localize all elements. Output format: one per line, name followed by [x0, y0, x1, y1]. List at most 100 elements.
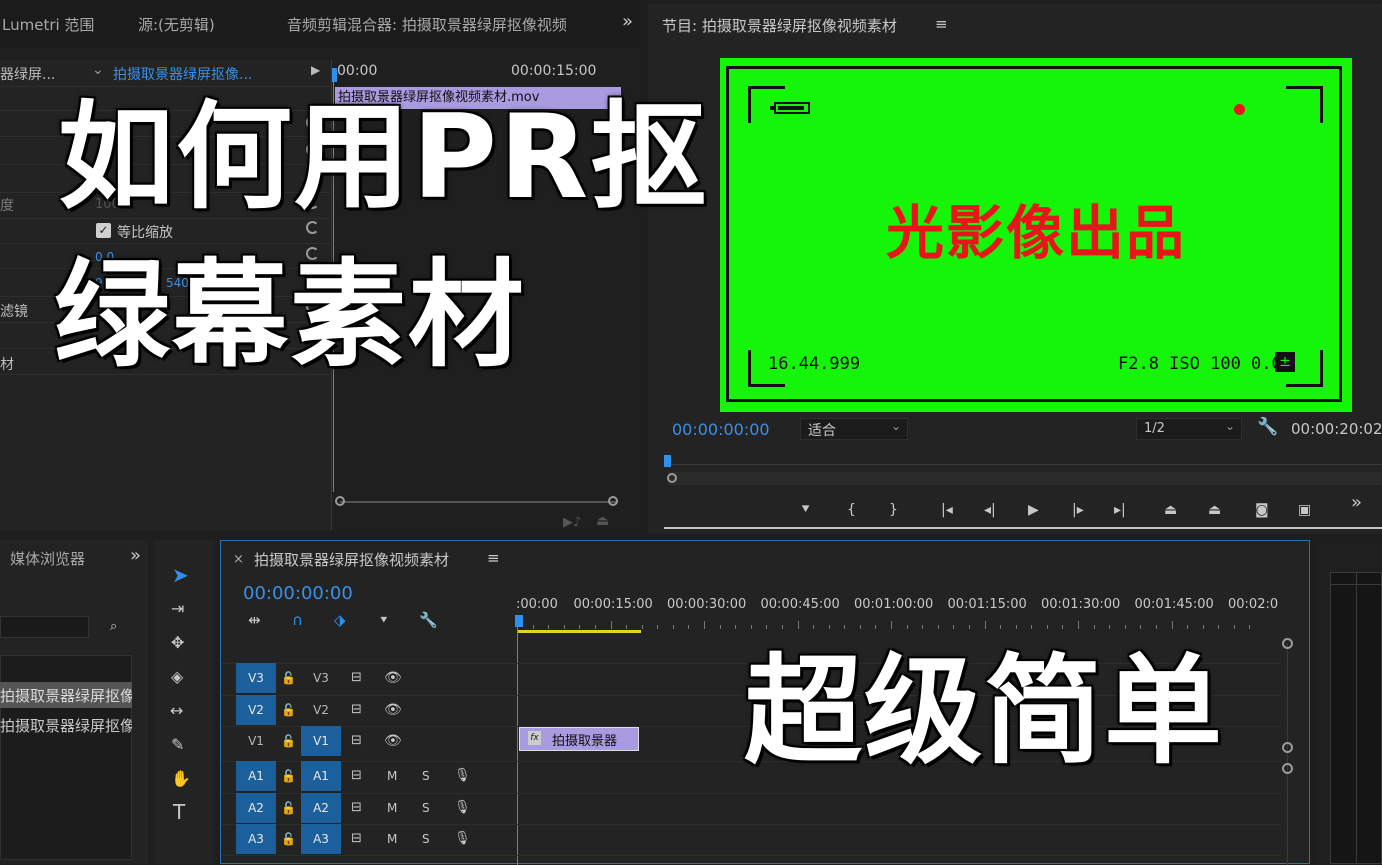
microphone-icon[interactable]: 🎙: [454, 767, 471, 785]
track-source-patch[interactable]: V2: [236, 695, 276, 725]
panel-menu-icon[interactable]: ≡: [487, 549, 500, 567]
extract-icon[interactable]: ⏏: [1208, 501, 1221, 519]
new-bin-icon[interactable]: ⌕: [110, 618, 117, 636]
timeline-title[interactable]: 拍摄取景器绿屏抠像视频素材: [254, 549, 449, 570]
scroll-handle[interactable]: [1282, 742, 1293, 753]
tab-audio-clip-mixer[interactable]: 音频剪辑混合器: 拍摄取景器绿屏抠像视频: [287, 14, 593, 35]
lock-icon[interactable]: 🔓: [281, 669, 296, 687]
fit-dropdown[interactable]: 适合 ⌄: [800, 418, 908, 440]
sync-lock-icon[interactable]: ⊟: [351, 830, 362, 848]
track-source-patch[interactable]: V3: [236, 663, 276, 693]
snap-magnet-icon[interactable]: ∩: [292, 611, 303, 629]
wrench-icon[interactable]: 🔧: [419, 611, 438, 629]
tab-source[interactable]: 源:(无剪辑): [138, 14, 215, 35]
microphone-icon[interactable]: 🎙: [454, 830, 471, 848]
clip-selector-right[interactable]: 拍摄取景器绿屏抠像...: [113, 64, 252, 84]
mute-button[interactable]: M: [387, 830, 397, 848]
work-area-bar[interactable]: [517, 630, 641, 633]
zoom-handle[interactable]: [667, 473, 677, 483]
playhead-icon[interactable]: [515, 615, 523, 627]
tab-media-browser[interactable]: 媒体浏览器: [10, 548, 85, 569]
eye-icon[interactable]: 👁: [384, 732, 402, 750]
tab-lumetri-scopes[interactable]: Lumetri 范围: [2, 14, 94, 35]
close-icon[interactable]: ×: [233, 552, 244, 567]
razor-tool-icon[interactable]: ◈: [171, 668, 183, 686]
mute-button[interactable]: M: [387, 767, 397, 785]
playhead-icon[interactable]: [332, 68, 337, 82]
lock-icon[interactable]: 🔓: [281, 799, 296, 817]
program-timecode[interactable]: 00:00:00:00: [672, 420, 770, 439]
solo-button[interactable]: S: [422, 799, 430, 817]
lock-icon[interactable]: 🔓: [281, 830, 296, 848]
project-list-item[interactable]: 拍摄取景器绿屏抠像: [0, 715, 132, 736]
export-frame-camera-icon[interactable]: ◙: [1255, 501, 1269, 519]
comparison-view-icon[interactable]: ▣: [1298, 501, 1311, 519]
scrollbar-track[interactable]: [340, 501, 618, 503]
slip-tool-icon[interactable]: ↔: [170, 702, 183, 720]
play-icon[interactable]: ▶: [1028, 501, 1039, 519]
sync-lock-icon[interactable]: ⊟: [351, 732, 362, 750]
pen-tool-icon[interactable]: ✎: [171, 736, 184, 754]
mute-button[interactable]: M: [387, 799, 397, 817]
timeline-ruler[interactable]: :00:00 00:00:15:00 00:00:30:00 00:00:45:00 0…: [516, 593, 1287, 633]
mark-out-icon[interactable]: }: [889, 501, 898, 519]
export-icon[interactable]: ⏏: [596, 512, 609, 530]
add-marker-icon[interactable]: ⯆: [379, 611, 389, 629]
hand-tool-icon[interactable]: ✋: [171, 770, 191, 788]
search-input[interactable]: [0, 616, 89, 638]
project-list-item[interactable]: 拍摄取景器绿屏抠像: [0, 685, 132, 706]
playhead-icon[interactable]: [664, 455, 671, 467]
lock-icon[interactable]: 🔓: [281, 732, 296, 750]
timeline-timecode[interactable]: 00:00:00:00: [243, 583, 353, 604]
selection-tool-icon[interactable]: ➤: [172, 565, 189, 585]
go-to-in-icon[interactable]: |◂: [941, 501, 953, 519]
step-back-icon[interactable]: ◂|: [984, 501, 996, 519]
go-to-out-icon[interactable]: ▸|: [1114, 501, 1126, 519]
track-target[interactable]: V2: [301, 695, 341, 725]
eye-icon[interactable]: 👁: [384, 701, 402, 719]
resolution-dropdown[interactable]: 1/2 ⌄: [1136, 418, 1242, 440]
sync-lock-icon[interactable]: ⊟: [351, 701, 362, 719]
solo-button[interactable]: S: [422, 830, 430, 848]
track-target[interactable]: A3: [301, 824, 341, 854]
play-audio-icon[interactable]: ▶♪: [563, 514, 581, 532]
panel-overflow-button[interactable]: »: [130, 545, 141, 566]
timeline-clip[interactable]: fx 拍摄取景器: [519, 727, 639, 751]
scroll-handle[interactable]: [1282, 638, 1293, 649]
eye-icon[interactable]: 👁: [384, 669, 402, 687]
solo-button[interactable]: S: [422, 767, 430, 785]
ripple-edit-tool-icon[interactable]: ✥: [171, 634, 184, 652]
play-triangle-icon[interactable]: ▶: [311, 63, 320, 77]
clip-selector-left[interactable]: 器绿屏...: [0, 64, 55, 84]
track-source-patch[interactable]: A1: [236, 761, 276, 791]
type-tool-icon[interactable]: T: [173, 802, 185, 822]
sync-lock-icon[interactable]: ⊟: [351, 767, 362, 785]
track-target[interactable]: V1: [301, 726, 341, 756]
monitor-zoom-bar[interactable]: [668, 472, 1382, 485]
microphone-icon[interactable]: 🎙: [454, 799, 471, 817]
sync-lock-icon[interactable]: ⊟: [351, 799, 362, 817]
transport-overflow-button[interactable]: »: [1351, 492, 1362, 513]
lift-icon[interactable]: ⏏: [1164, 501, 1177, 519]
panel-menu-icon[interactable]: ≡: [935, 15, 948, 33]
track-select-tool-icon[interactable]: ⇥: [171, 600, 184, 618]
scroll-handle-right[interactable]: [608, 496, 618, 506]
lock-icon[interactable]: 🔓: [281, 767, 296, 785]
track-source-patch[interactable]: V1: [236, 726, 276, 756]
step-forward-icon[interactable]: |▸: [1072, 501, 1084, 519]
track-target[interactable]: A1: [301, 761, 341, 791]
program-monitor-title[interactable]: 节目: 拍摄取景器绿屏抠像视频素材: [662, 15, 897, 36]
track-target[interactable]: V3: [301, 663, 341, 693]
track-target[interactable]: A2: [301, 793, 341, 823]
track-source-patch[interactable]: A2: [236, 793, 276, 823]
wrench-icon[interactable]: 🔧: [1257, 418, 1278, 436]
add-marker-icon[interactable]: ⯆: [800, 501, 811, 519]
scroll-handle[interactable]: [1282, 763, 1293, 774]
track-source-patch[interactable]: A3: [236, 824, 276, 854]
chevron-down-icon[interactable]: ⌄: [92, 62, 104, 78]
linked-selection-icon[interactable]: ⬗: [334, 611, 346, 629]
monitor-ruler[interactable]: [666, 464, 1382, 465]
mark-in-icon[interactable]: {: [847, 501, 856, 519]
lock-icon[interactable]: 🔓: [281, 701, 296, 719]
sync-lock-icon[interactable]: ⊟: [351, 669, 362, 687]
